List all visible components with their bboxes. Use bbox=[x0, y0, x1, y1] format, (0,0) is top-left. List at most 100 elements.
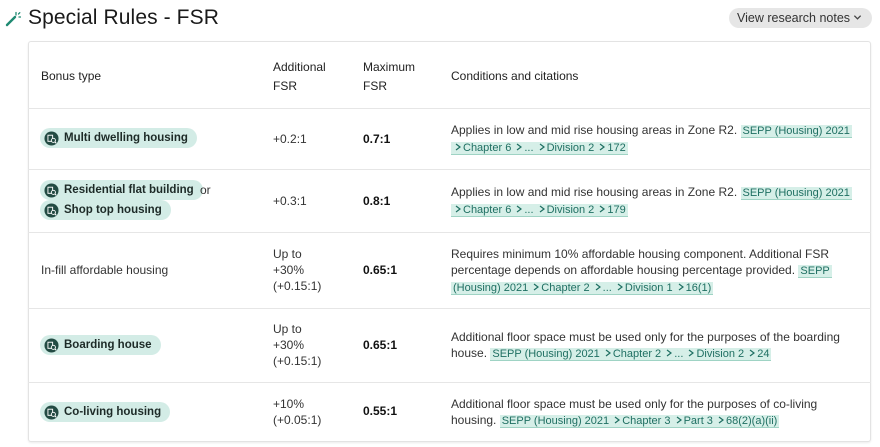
column-header-maximum-fsr: Maximum FSR bbox=[363, 58, 415, 96]
column-header-additional-fsr: Additional FSR bbox=[273, 58, 326, 96]
row-divider bbox=[28, 169, 871, 170]
additional-line: Up to bbox=[273, 247, 302, 261]
condition-text: Requires minimum 10% affordable housing … bbox=[451, 247, 829, 261]
citation-link[interactable]: SEPP (Housing) 2021 bbox=[740, 187, 852, 200]
bonus-label: Shop top housing bbox=[64, 204, 162, 216]
additional-fsr-value: +0.3:1 bbox=[273, 194, 307, 208]
conditions-cell: Additional floor space must be used only… bbox=[451, 329, 866, 362]
chevron-right-icon bbox=[599, 143, 606, 151]
condition-text: Applies in low and mid rise housing area… bbox=[451, 123, 738, 137]
chevron-right-icon bbox=[666, 349, 673, 357]
bonus-pill-residential-flat-building[interactable]: Residential flat building bbox=[40, 180, 203, 200]
citation-part: SEPP (Housing) 2021 bbox=[492, 348, 600, 360]
chevron-right-icon bbox=[533, 283, 540, 291]
citation-part: Chapter 2 bbox=[541, 282, 590, 294]
citation-path[interactable]: (Housing) 2021 Chapter 2 ... Division 1 … bbox=[451, 282, 714, 295]
bonus-label: Boarding house bbox=[64, 339, 152, 351]
bonus-pill-multi-dwelling[interactable]: Multi dwelling housing bbox=[40, 128, 197, 148]
citation-part: Part 3 bbox=[683, 415, 713, 427]
citation-part: Division 2 bbox=[696, 348, 745, 360]
conditions-cell: Additional floor space must be used only… bbox=[451, 396, 866, 429]
additional-fsr-value: +0.2:1 bbox=[273, 132, 307, 146]
condition-text: Additional floor space must be used only… bbox=[451, 330, 840, 344]
additional-line: +30% bbox=[273, 338, 305, 352]
citation-part: Chapter 6 bbox=[463, 142, 512, 154]
citation-link[interactable]: SEPP (Housing) 2021 bbox=[740, 125, 852, 138]
additional-fsr-value: +10% (+0.05:1) bbox=[273, 396, 321, 428]
additional-line: (+0.05:1) bbox=[273, 413, 322, 427]
citation-part: ... bbox=[524, 142, 534, 154]
column-header-bonus-type: Bonus type bbox=[41, 69, 102, 83]
condition-text: percentage depends on affordable housing… bbox=[451, 263, 796, 277]
conditions-cell: Requires minimum 10% affordable housing … bbox=[451, 246, 866, 296]
condition-text: house. bbox=[451, 346, 488, 360]
bonus-label: Residential flat building bbox=[64, 184, 194, 196]
chevron-right-icon bbox=[539, 205, 545, 213]
additional-fsr-value: Up to +30% (+0.15:1) bbox=[273, 246, 321, 294]
citation-part: Chapter 3 bbox=[622, 415, 671, 427]
citation-link[interactable]: SEPP bbox=[798, 265, 832, 278]
row-divider bbox=[28, 232, 871, 233]
additional-line: +10% bbox=[273, 397, 305, 411]
conditions-cell: Applies in low and mid rise housing area… bbox=[451, 184, 861, 218]
chevron-right-icon bbox=[455, 205, 461, 213]
column-header-additional-fsr-line2: FSR bbox=[273, 79, 297, 93]
building-search-icon bbox=[44, 202, 59, 218]
row-divider bbox=[28, 108, 871, 109]
citation-part: SEPP (Housing) 2021 bbox=[501, 415, 610, 427]
chevron-right-icon bbox=[617, 283, 623, 291]
citation-link[interactable]: SEPP (Housing) 2021 Chapter 2 ... Divisi… bbox=[490, 348, 772, 361]
citation-part: (Housing) 2021 bbox=[453, 282, 529, 294]
bonus-label-infill-affordable: In-fill affordable housing bbox=[41, 263, 169, 277]
column-header-maximum-fsr-line1: Maximum bbox=[363, 60, 416, 74]
citation-part: 179 bbox=[607, 204, 626, 216]
chevron-right-icon bbox=[749, 349, 756, 357]
citation-part: Chapter 2 bbox=[612, 348, 662, 360]
citation-part: ... bbox=[674, 348, 684, 360]
condition-text: Additional floor space must be used only… bbox=[451, 397, 818, 411]
chevron-right-icon bbox=[605, 349, 611, 357]
additional-line: +30% bbox=[273, 263, 305, 277]
building-search-icon bbox=[44, 337, 59, 353]
bonus-pill-shop-top-housing[interactable]: Shop top housing bbox=[40, 200, 171, 220]
citation-part: ... bbox=[602, 282, 612, 294]
column-header-maximum-fsr-line2: FSR bbox=[363, 79, 387, 93]
page-header: Special Rules - FSR View research notes bbox=[0, 0, 880, 38]
citation-link[interactable]: SEPP (Housing) 2021 Chapter 3 Part 3 68(… bbox=[499, 415, 780, 428]
maximum-fsr-value: 0.65:1 bbox=[363, 338, 398, 352]
chevron-right-icon bbox=[689, 349, 695, 357]
citation-part: Division 1 bbox=[624, 282, 673, 294]
row-divider bbox=[28, 308, 871, 309]
chevron-right-icon bbox=[678, 283, 684, 291]
chevron-right-icon bbox=[595, 283, 601, 291]
column-header-additional-fsr-line1: Additional bbox=[273, 60, 326, 74]
building-search-icon bbox=[44, 130, 59, 146]
additional-line: (+0.15:1) bbox=[273, 279, 322, 293]
chevron-right-icon bbox=[539, 143, 545, 151]
bonus-pill-co-living-housing[interactable]: Co-living housing bbox=[40, 402, 171, 422]
view-research-notes-label: View research notes bbox=[737, 11, 851, 25]
view-research-notes-button[interactable]: View research notes bbox=[729, 8, 872, 28]
bonus-pill-boarding-house[interactable]: Boarding house bbox=[40, 335, 161, 355]
chevron-down-icon bbox=[853, 15, 862, 20]
maximum-fsr-value: 0.55:1 bbox=[363, 404, 398, 418]
citation-path[interactable]: Chapter 6 ... Division 2 179 bbox=[451, 204, 628, 217]
additional-fsr-value: Up to +30% (+0.15:1) bbox=[273, 321, 321, 369]
bonus-label: Multi dwelling housing bbox=[64, 132, 188, 144]
magic-wand-icon bbox=[5, 11, 21, 27]
additional-line: Up to bbox=[273, 322, 302, 336]
bonus-label: Co-living housing bbox=[64, 406, 162, 418]
row-divider bbox=[28, 382, 871, 383]
citation-part: 172 bbox=[607, 142, 626, 154]
citation-part: Division 2 bbox=[546, 204, 595, 216]
chevron-right-icon bbox=[718, 416, 724, 424]
chevron-right-icon bbox=[455, 143, 461, 151]
maximum-fsr-value: 0.7:1 bbox=[363, 132, 391, 146]
chevron-right-icon bbox=[614, 416, 621, 424]
building-search-icon bbox=[44, 404, 59, 420]
condition-text: Applies in low and mid rise housing area… bbox=[451, 185, 738, 199]
citation-path[interactable]: Chapter 6 ... Division 2 172 bbox=[451, 142, 628, 155]
citation-part: Division 2 bbox=[546, 142, 595, 154]
chevron-right-icon bbox=[676, 416, 682, 424]
column-header-conditions: Conditions and citations bbox=[451, 69, 579, 83]
